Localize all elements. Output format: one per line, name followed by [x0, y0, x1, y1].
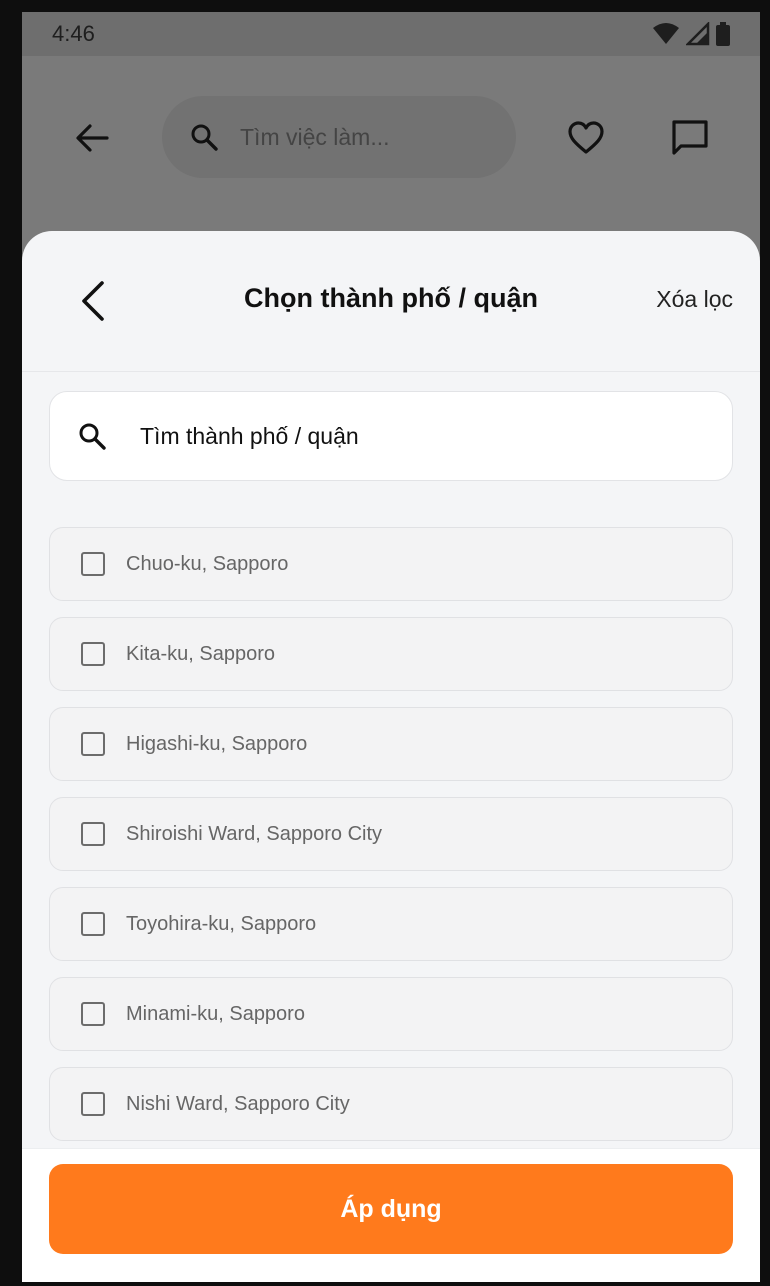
status-time: 4:46 [52, 21, 95, 46]
messages-button[interactable] [666, 114, 714, 162]
checkbox-icon[interactable] [81, 732, 105, 756]
job-search-bar[interactable]: Tìm việc làm... [162, 96, 516, 178]
list-item-label: Nishi Ward, Sapporo City [126, 1092, 350, 1115]
checkbox-icon[interactable] [81, 552, 105, 576]
chat-icon [672, 120, 708, 155]
list-item-label: Chuo-ku, Sapporo [126, 552, 289, 575]
job-search-placeholder: Tìm việc làm... [240, 123, 390, 150]
list-item-label: Toyohira-ku, Sapporo [126, 912, 317, 935]
heart-icon [568, 121, 604, 154]
list-item-label: Shiroishi Ward, Sapporo City [126, 822, 383, 845]
battery-icon [716, 22, 730, 46]
city-search-placeholder: Tìm thành phố / quận [140, 422, 359, 449]
list-item[interactable]: Higashi-ku, Sapporo [49, 707, 733, 781]
top-app-bar: Tìm việc làm... [22, 56, 760, 231]
checkbox-icon[interactable] [81, 912, 105, 936]
phone-screen: 4:46 Tìm việc làm... Chọn thành phố / qu… [22, 12, 760, 1282]
favorites-button[interactable] [562, 114, 610, 162]
list-item[interactable]: Toyohira-ku, Sapporo [49, 887, 733, 961]
search-icon [191, 124, 218, 151]
list-item-label: Minami-ku, Sapporo [126, 1002, 305, 1025]
city-filter-sheet: Chọn thành phố / quận Xóa lọc Tìm thành … [22, 231, 760, 1282]
status-bar: 4:46 [22, 12, 760, 56]
apply-button[interactable]: Áp dụng [49, 1164, 733, 1254]
list-item-label: Higashi-ku, Sapporo [126, 732, 308, 755]
city-list: Chuo-ku, Sapporo Kita-ku, Sapporo Higash… [49, 527, 733, 1157]
list-item[interactable]: Kita-ku, Sapporo [49, 617, 733, 691]
back-button[interactable] [68, 114, 116, 162]
sheet-header: Chọn thành phố / quận Xóa lọc [22, 231, 760, 372]
signal-icon [686, 22, 710, 46]
wifi-icon [653, 23, 679, 44]
clear-filter-link[interactable]: Xóa lọc [656, 286, 733, 313]
status-icons [652, 22, 730, 46]
checkbox-icon[interactable] [81, 642, 105, 666]
checkbox-icon[interactable] [81, 1092, 105, 1116]
city-search-input[interactable]: Tìm thành phố / quận [49, 391, 733, 481]
checkbox-icon[interactable] [81, 822, 105, 846]
list-item[interactable]: Nishi Ward, Sapporo City [49, 1067, 733, 1141]
checkbox-icon[interactable] [81, 1002, 105, 1026]
list-item[interactable]: Shiroishi Ward, Sapporo City [49, 797, 733, 871]
list-item[interactable]: Minami-ku, Sapporo [49, 977, 733, 1051]
search-icon [79, 423, 106, 450]
sheet-title: Chọn thành phố / quận [244, 283, 538, 313]
list-item-label: Kita-ku, Sapporo [126, 642, 275, 665]
back-arrow-icon [76, 124, 109, 152]
list-item[interactable]: Chuo-ku, Sapporo [49, 527, 733, 601]
sheet-footer: Áp dụng [22, 1148, 760, 1282]
